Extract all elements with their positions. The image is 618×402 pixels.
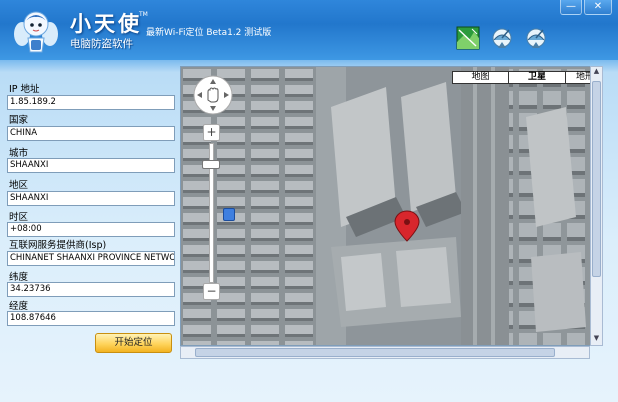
map-vertical-scrollbar[interactable]: ▲ ▼ (590, 66, 603, 346)
trademark: TM (139, 11, 148, 18)
satellite-dish-icon[interactable] (490, 26, 514, 50)
timezone-field[interactable]: +08:00 (7, 222, 175, 237)
satellite-imagery (181, 67, 600, 345)
region-field[interactable]: SHAANXI (7, 191, 175, 206)
close-button[interactable]: ✕ (584, 0, 612, 15)
tab-map[interactable]: 地图 (452, 71, 509, 84)
ip-label: IP 地址 (9, 84, 40, 95)
pan-control[interactable] (193, 75, 233, 115)
start-locate-button[interactable]: 开始定位 (95, 333, 172, 353)
minimize-button[interactable]: — (560, 0, 582, 15)
zoom-out-button[interactable]: − (203, 283, 220, 300)
vertical-scroll-thumb[interactable] (592, 81, 601, 277)
app-subtitle: 电脑防盗软件 (70, 38, 133, 50)
zoom-slider-thumb[interactable] (202, 160, 220, 169)
timezone-label: 时区 (9, 212, 29, 223)
map-horizontal-scrollbar[interactable] (180, 346, 590, 359)
latitude-field[interactable]: 34.23736 (7, 282, 175, 297)
satellite-dish-icon-2[interactable] (524, 26, 548, 50)
zoom-in-button[interactable]: + (203, 124, 220, 141)
hand-icon (207, 87, 219, 103)
horizontal-scroll-thumb[interactable] (195, 348, 555, 357)
window-controls: — ✕ (558, 0, 612, 15)
city-label: 城市 (9, 148, 29, 159)
mascot-logo-icon (14, 11, 58, 53)
map-tool-icon[interactable] (456, 26, 480, 50)
latitude-label: 纬度 (9, 272, 29, 283)
scroll-down-icon[interactable]: ▼ (592, 334, 601, 345)
map-view[interactable]: 地图 卫星 地形 + − (180, 66, 601, 346)
region-label: 地区 (9, 180, 29, 191)
isp-label: 互联网服务提供商(Isp) (9, 240, 107, 251)
country-label: 国家 (9, 115, 29, 126)
country-field[interactable]: CHINA (7, 126, 175, 141)
bus-stop-icon[interactable] (223, 208, 235, 221)
map-type-tabs: 地图 卫星 地形 (452, 71, 600, 84)
tab-satellite[interactable]: 卫星 (508, 71, 566, 84)
app-title: 小天使 (70, 12, 142, 36)
title-bar: 小天使 TM 最新Wi-Fi定位 Beta1.2 测试版 电脑防盗软件 — ✕ (0, 0, 618, 60)
city-field[interactable]: SHAANXI (7, 158, 175, 173)
ip-field[interactable]: 1.85.189.2 (7, 95, 175, 110)
longitude-label: 经度 (9, 301, 29, 312)
longitude-field[interactable]: 108.87646 (7, 311, 175, 326)
isp-field[interactable]: CHINANET SHAANXI PROVINCE NETWORK (7, 251, 175, 266)
scroll-up-icon[interactable]: ▲ (592, 67, 601, 78)
info-panel: IP 地址 1.85.189.2 国家 CHINA 城市 SHAANXI 地区 … (0, 60, 180, 400)
toolbar (456, 26, 558, 50)
version-label: 最新Wi-Fi定位 Beta1.2 测试版 (146, 28, 272, 38)
